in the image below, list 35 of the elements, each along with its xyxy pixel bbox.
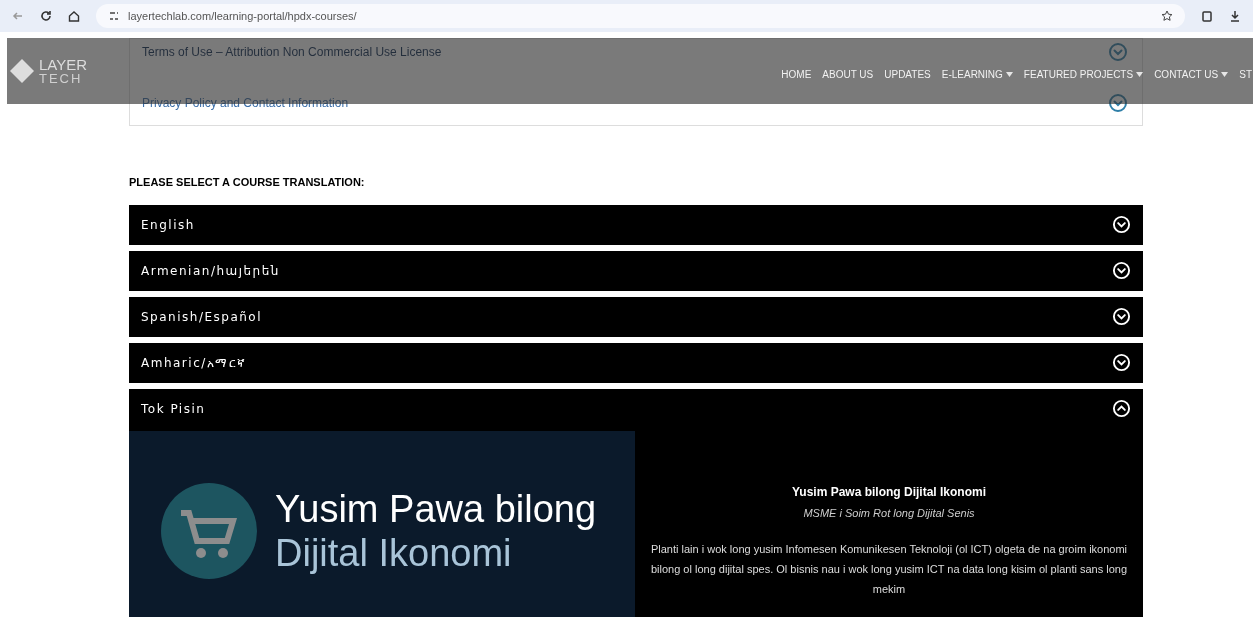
nav-link[interactable]: E-LEARNING <box>941 66 1013 82</box>
chevron-down-circle-icon <box>1112 215 1131 234</box>
star-icon[interactable] <box>1161 10 1173 22</box>
nav-link[interactable]: ST <box>1239 66 1252 82</box>
nav-link[interactable]: CONTACT US <box>1154 66 1229 82</box>
nav-link[interactable]: UPDATES <box>884 66 931 82</box>
extensions-icon[interactable] <box>1201 10 1213 22</box>
course-description: Planti lain i wok long yusim Infomesen Komunikesen Teknoloji (ol ICT) olgeta de na groim ikonomi bilong ol long dijital spes. Ol bisnis nau i wok long yusim ICT na data long kisim ol planti sans long mekim <box>649 542 1129 597</box>
site-settings-icon[interactable] <box>108 10 120 22</box>
shopping-cart-icon <box>159 480 259 581</box>
section-heading: PLEASE SELECT A COURSE TRANSLATION: <box>129 175 366 190</box>
nav-link[interactable]: FEATURED PROJECTS <box>1023 66 1144 82</box>
chevron-down-circle-icon <box>1112 261 1131 280</box>
logo-text: TECH <box>39 72 84 85</box>
chevron-down-circle-icon <box>1112 307 1131 326</box>
chevron-down-circle-icon <box>1112 353 1131 372</box>
caret-icon <box>1221 71 1229 77</box>
nav-link[interactable]: HOME <box>781 66 812 82</box>
chevron-down-circle-icon <box>1108 93 1128 113</box>
course-subtitle: MSME i Soim Rot long Dijital Senis <box>803 505 975 521</box>
download-icon[interactable] <box>1229 10 1241 22</box>
diamond-logo-icon <box>9 58 35 84</box>
chevron-up-circle-icon <box>1112 399 1131 418</box>
course-title: Yusim Pawa bilong Dijital Ikonomi <box>791 483 986 501</box>
cover-title: Yusim Pawa bilong <box>275 486 597 531</box>
logo-text: LAYER <box>39 57 88 72</box>
cover-title: Dijital Ikonomi <box>275 530 513 575</box>
caret-icon <box>1005 71 1013 77</box>
info-link-row[interactable]: Terms of Use – Attribution Non Commercial Use License <box>130 39 1142 65</box>
chevron-down-circle-icon <box>1108 42 1128 62</box>
url-text: layertechlab.com/learning-portal/hpdx-courses/ <box>128 8 357 24</box>
address-bar[interactable]: layertechlab.com/learning-portal/hpdx-courses/ <box>96 4 1185 28</box>
home-icon[interactable] <box>68 10 80 22</box>
reload-icon[interactable] <box>40 10 52 22</box>
nav-link[interactable]: ABOUT US <box>822 66 874 82</box>
